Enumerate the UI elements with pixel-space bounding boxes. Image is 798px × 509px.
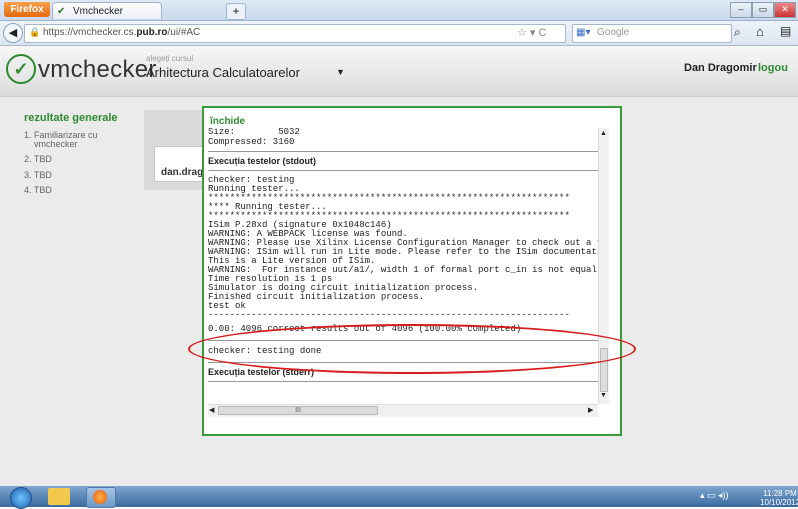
sidebar-item[interactable]: 2. TBD: [24, 154, 52, 164]
site-header: ✓ vmchecker alegeți cursul Arhitectura C…: [0, 46, 798, 97]
folder-icon[interactable]: [48, 488, 70, 505]
new-tab-button[interactable]: +: [226, 3, 246, 20]
check-logo-icon: ✓: [6, 54, 36, 84]
sidebar-item[interactable]: vmchecker: [34, 139, 78, 149]
scroll-up-icon[interactable]: ▲: [600, 130, 607, 137]
chevron-down-icon: ▼: [336, 67, 345, 77]
user-name: Dan Dragomir: [684, 62, 757, 74]
browser-tab[interactable]: ✔ Vmchecker: [52, 2, 162, 19]
vmchecker-favicon-icon: ✔: [57, 6, 66, 17]
minimize-icon[interactable]: –: [730, 2, 752, 18]
scroll-right-icon[interactable]: ▶: [588, 406, 593, 414]
scroll-left-icon[interactable]: ◀: [209, 406, 214, 414]
maximize-icon[interactable]: ▭: [752, 2, 774, 18]
search-placeholder: Google: [597, 27, 630, 38]
sidebar-item[interactable]: 3. TBD: [24, 170, 52, 180]
stdout-output: checker: testing Running tester... *****…: [208, 176, 598, 334]
tab-title: Vmchecker: [73, 6, 124, 17]
browser-title-bar: Firefox ✔ Vmchecker + – ▭ ✕: [0, 0, 798, 21]
taskbar-firefox-button[interactable]: [86, 487, 116, 508]
url-bar[interactable]: 🔒 https://vmchecker.cs.pub.ro/ui/#AC ☆ ▾…: [24, 24, 566, 43]
output-line: Finished circuit initialization process.: [208, 292, 425, 302]
clock-date: 10/10/2012: [760, 498, 798, 507]
page-content: ✓ vmchecker alegeți cursul Arhitectura C…: [0, 46, 798, 486]
firefox-icon: [93, 490, 107, 504]
results-table-cell: dan.drag: [154, 146, 208, 182]
back-arrow-icon[interactable]: ◀: [3, 23, 23, 43]
taskbar: ▴ ▭ ◂)) 11:28 PM 10/10/2012: [0, 486, 798, 509]
bookmarks-icon[interactable]: ▤: [780, 24, 791, 38]
close-modal-link[interactable]: închide: [210, 116, 245, 127]
course-hint: alegeți cursul: [146, 54, 194, 63]
divider: [208, 170, 598, 171]
results-modal: închide Size: 5032 Compressed: 3160 Exec…: [202, 106, 622, 436]
scroll-down-icon[interactable]: ▼: [600, 392, 607, 399]
size-line: Size: 5032: [208, 128, 300, 137]
horizontal-scrollbar[interactable]: ◀ III ▶: [208, 404, 598, 417]
red-highlight-ellipse: [188, 324, 636, 374]
firefox-menu-button[interactable]: Firefox: [4, 2, 50, 17]
student-name-cell[interactable]: dan.drag: [161, 167, 203, 178]
clock[interactable]: 11:28 PM 10/10/2012: [760, 489, 798, 507]
course-select[interactable]: Arhitectura Calculatoarelor ▼: [146, 65, 354, 85]
google-icon[interactable]: ▦▾: [576, 27, 590, 38]
windows-start-icon[interactable]: [10, 487, 32, 509]
search-bar[interactable]: ▦▾ Google: [572, 24, 732, 43]
search-icon[interactable]: ⌕: [734, 25, 741, 40]
url-text: https://vmchecker.cs.pub.ro/ui/#AC: [43, 27, 201, 38]
clock-time: 11:28 PM: [763, 489, 797, 498]
navigation-bar: ◀ 🔒 https://vmchecker.cs.pub.ro/ui/#AC ☆…: [0, 21, 798, 46]
sidebar-item[interactable]: 4. TBD: [24, 185, 52, 195]
system-tray-icons[interactable]: ▴ ▭ ◂)): [700, 490, 729, 501]
divider: [208, 381, 598, 382]
star-reload-icons[interactable]: ☆ ▾ C: [517, 26, 546, 39]
scrollbar-thumb[interactable]: III: [218, 406, 378, 415]
sidebar-title[interactable]: rezultate generale: [24, 112, 118, 124]
home-icon[interactable]: ⌂: [756, 24, 764, 39]
divider: [208, 151, 598, 152]
site-logo[interactable]: vmchecker: [38, 56, 157, 84]
stdout-title: Execuția testelor (stdout): [208, 156, 317, 166]
logout-link[interactable]: logou: [758, 62, 788, 74]
lock-icon: 🔒: [29, 27, 41, 37]
dash-line: ----------------------------------------…: [208, 310, 570, 320]
compressed-line: Compressed: 3160: [208, 137, 295, 147]
close-window-icon[interactable]: ✕: [774, 2, 796, 18]
course-selected-value: Arhitectura Calculatoarelor: [146, 65, 300, 80]
